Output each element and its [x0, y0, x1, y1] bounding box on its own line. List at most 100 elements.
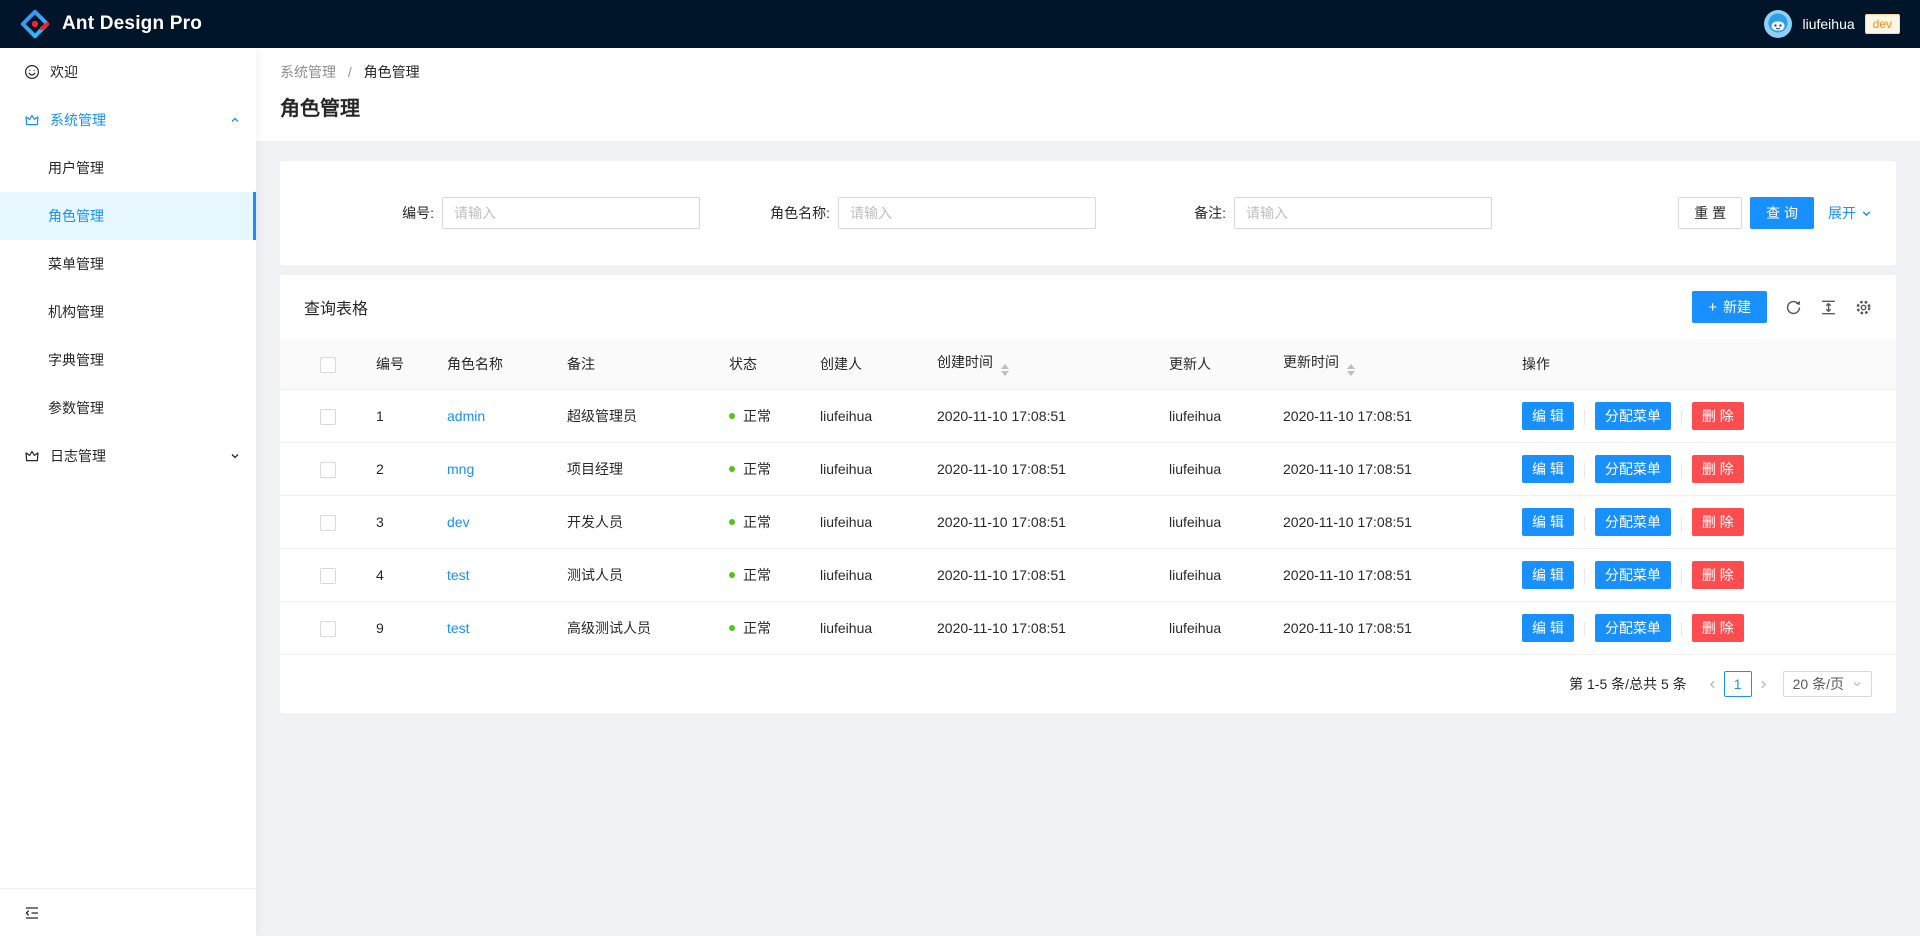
edit-button[interactable]: 编 辑 — [1522, 614, 1574, 642]
assign-menu-button[interactable]: 分配菜单 — [1595, 614, 1671, 642]
action-divider — [1681, 463, 1682, 478]
menu-fold-icon[interactable] — [24, 905, 40, 921]
role-name-link[interactable]: test — [447, 567, 470, 583]
edit-button[interactable]: 编 辑 — [1522, 455, 1574, 483]
ant-design-logo-icon — [20, 9, 50, 39]
search-form-card: 编号:角色名称:备注: 重 置 查 询 展开 — [280, 161, 1896, 265]
status-text: 正常 — [743, 512, 771, 532]
sidebar-subitem[interactable]: 机构管理 — [0, 288, 256, 336]
assign-menu-button[interactable]: 分配菜单 — [1595, 561, 1671, 589]
sidebar-item-welcome[interactable]: 欢迎 — [0, 48, 256, 96]
table-row: 2mng项目经理正常liufeihua2020-11-10 17:08:51li… — [280, 443, 1896, 496]
sidebar-menu: 欢迎 系统管理 用户管理角色管理菜单管理机构管理字典管理参数管理 日志管理 — [0, 48, 256, 888]
main-content: 系统管理 / 角色管理 角色管理 编号:角色名称:备注: 重 置 查 询 展开 — [256, 0, 1920, 733]
delete-button[interactable]: 删 除 — [1692, 614, 1744, 642]
row-checkbox[interactable] — [320, 621, 336, 637]
reset-button[interactable]: 重 置 — [1678, 197, 1742, 229]
search-field-label: 编号: — [304, 203, 442, 223]
chevron-right-icon[interactable] — [1758, 679, 1769, 690]
status-text: 正常 — [743, 618, 771, 638]
crown-icon — [24, 448, 40, 464]
sidebar-item-system[interactable]: 系统管理 — [0, 96, 256, 144]
new-button[interactable]: + 新建 — [1692, 291, 1767, 323]
cell-actions: 编 辑分配菜单删 除 — [1506, 602, 1896, 655]
table-row: 1admin超级管理员正常liufeihua2020-11-10 17:08:5… — [280, 390, 1896, 443]
cell-status: 正常 — [713, 390, 804, 443]
assign-menu-button[interactable]: 分配菜单 — [1595, 508, 1671, 536]
cell-id: 2 — [360, 443, 431, 496]
delete-button[interactable]: 删 除 — [1692, 402, 1744, 430]
sidebar-subitem[interactable]: 角色管理 — [0, 192, 256, 240]
table-toolbar-actions: + 新建 — [1692, 291, 1872, 323]
cell-remark: 高级测试人员 — [551, 602, 713, 655]
page-size-select[interactable]: 20 条/页 — [1783, 671, 1872, 697]
table-toolbar: 查询表格 + 新建 — [280, 275, 1896, 339]
cell-role-name: dev — [431, 496, 551, 549]
row-checkbox[interactable] — [320, 409, 336, 425]
assign-menu-button[interactable]: 分配菜单 — [1595, 455, 1671, 483]
delete-button[interactable]: 删 除 — [1692, 455, 1744, 483]
logo[interactable]: Ant Design Pro — [20, 9, 202, 39]
action-divider — [1681, 516, 1682, 531]
sidebar-subitem[interactable]: 字典管理 — [0, 336, 256, 384]
cell-actions: 编 辑分配菜单删 除 — [1506, 443, 1896, 496]
row-checkbox[interactable] — [320, 515, 336, 531]
search-input[interactable] — [442, 197, 700, 229]
search-input[interactable] — [1234, 197, 1492, 229]
select-all-checkbox[interactable] — [320, 357, 336, 373]
sidebar-item-log[interactable]: 日志管理 — [0, 432, 256, 480]
new-button-label: 新建 — [1723, 297, 1751, 317]
cell-id: 3 — [360, 496, 431, 549]
query-button[interactable]: 查 询 — [1750, 197, 1814, 229]
role-name-link[interactable]: test — [447, 620, 470, 636]
edit-button[interactable]: 编 辑 — [1522, 508, 1574, 536]
table-card: 查询表格 + 新建 — [280, 275, 1896, 713]
chevron-left-icon[interactable] — [1707, 679, 1718, 690]
edit-button[interactable]: 编 辑 — [1522, 402, 1574, 430]
settings-gear-icon[interactable] — [1855, 299, 1872, 316]
column-header-updater: 更新人 — [1153, 339, 1267, 390]
edit-button[interactable]: 编 辑 — [1522, 561, 1574, 589]
row-checkbox[interactable] — [320, 568, 336, 584]
sidebar-subitem[interactable]: 菜单管理 — [0, 240, 256, 288]
sidebar-submenu-system: 用户管理角色管理菜单管理机构管理字典管理参数管理 — [0, 144, 256, 432]
search-input[interactable] — [838, 197, 1096, 229]
search-field-label: 角色名称: — [700, 203, 838, 223]
expand-toggle[interactable]: 展开 — [1828, 203, 1872, 223]
row-checkbox[interactable] — [320, 462, 336, 478]
action-divider — [1584, 516, 1585, 531]
sidebar-subitem[interactable]: 参数管理 — [0, 384, 256, 432]
cell-created: 2020-11-10 17:08:51 — [921, 602, 1153, 655]
column-header-created[interactable]: 创建时间 — [921, 339, 1153, 390]
action-divider — [1584, 622, 1585, 637]
reload-icon[interactable] — [1785, 299, 1802, 316]
role-name-link[interactable]: dev — [447, 514, 470, 530]
sidebar-item-label: 欢迎 — [50, 62, 240, 82]
status-dot-icon — [729, 572, 735, 578]
delete-button[interactable]: 删 除 — [1692, 561, 1744, 589]
sidebar: 欢迎 系统管理 用户管理角色管理菜单管理机构管理字典管理参数管理 日志管理 — [0, 48, 256, 936]
table-title: 查询表格 — [304, 295, 368, 319]
roles-table: 编号 角色名称 备注 状态 创建人 创建时间 更新人 更新时间 操作 1admi… — [280, 339, 1896, 655]
page-number-button[interactable]: 1 — [1724, 671, 1752, 697]
cell-creator: liufeihua — [804, 390, 921, 443]
density-icon[interactable] — [1820, 299, 1837, 316]
delete-button[interactable]: 删 除 — [1692, 508, 1744, 536]
role-name-link[interactable]: mng — [447, 461, 474, 477]
cell-id: 1 — [360, 390, 431, 443]
cell-remark: 超级管理员 — [551, 390, 713, 443]
cell-created: 2020-11-10 17:08:51 — [921, 496, 1153, 549]
user-menu[interactable]: liufeihua dev — [1764, 10, 1900, 38]
row-select-cell — [280, 549, 360, 602]
sorter-icon[interactable] — [1001, 364, 1009, 376]
breadcrumb-separator: / — [348, 64, 352, 80]
column-header-updated[interactable]: 更新时间 — [1267, 339, 1506, 390]
assign-menu-button[interactable]: 分配菜单 — [1595, 402, 1671, 430]
cell-actions: 编 辑分配菜单删 除 — [1506, 496, 1896, 549]
cell-actions: 编 辑分配菜单删 除 — [1506, 390, 1896, 443]
sorter-icon[interactable] — [1347, 364, 1355, 376]
sidebar-subitem[interactable]: 用户管理 — [0, 144, 256, 192]
breadcrumb-parent[interactable]: 系统管理 — [280, 64, 336, 80]
cell-status: 正常 — [713, 496, 804, 549]
role-name-link[interactable]: admin — [447, 408, 485, 424]
